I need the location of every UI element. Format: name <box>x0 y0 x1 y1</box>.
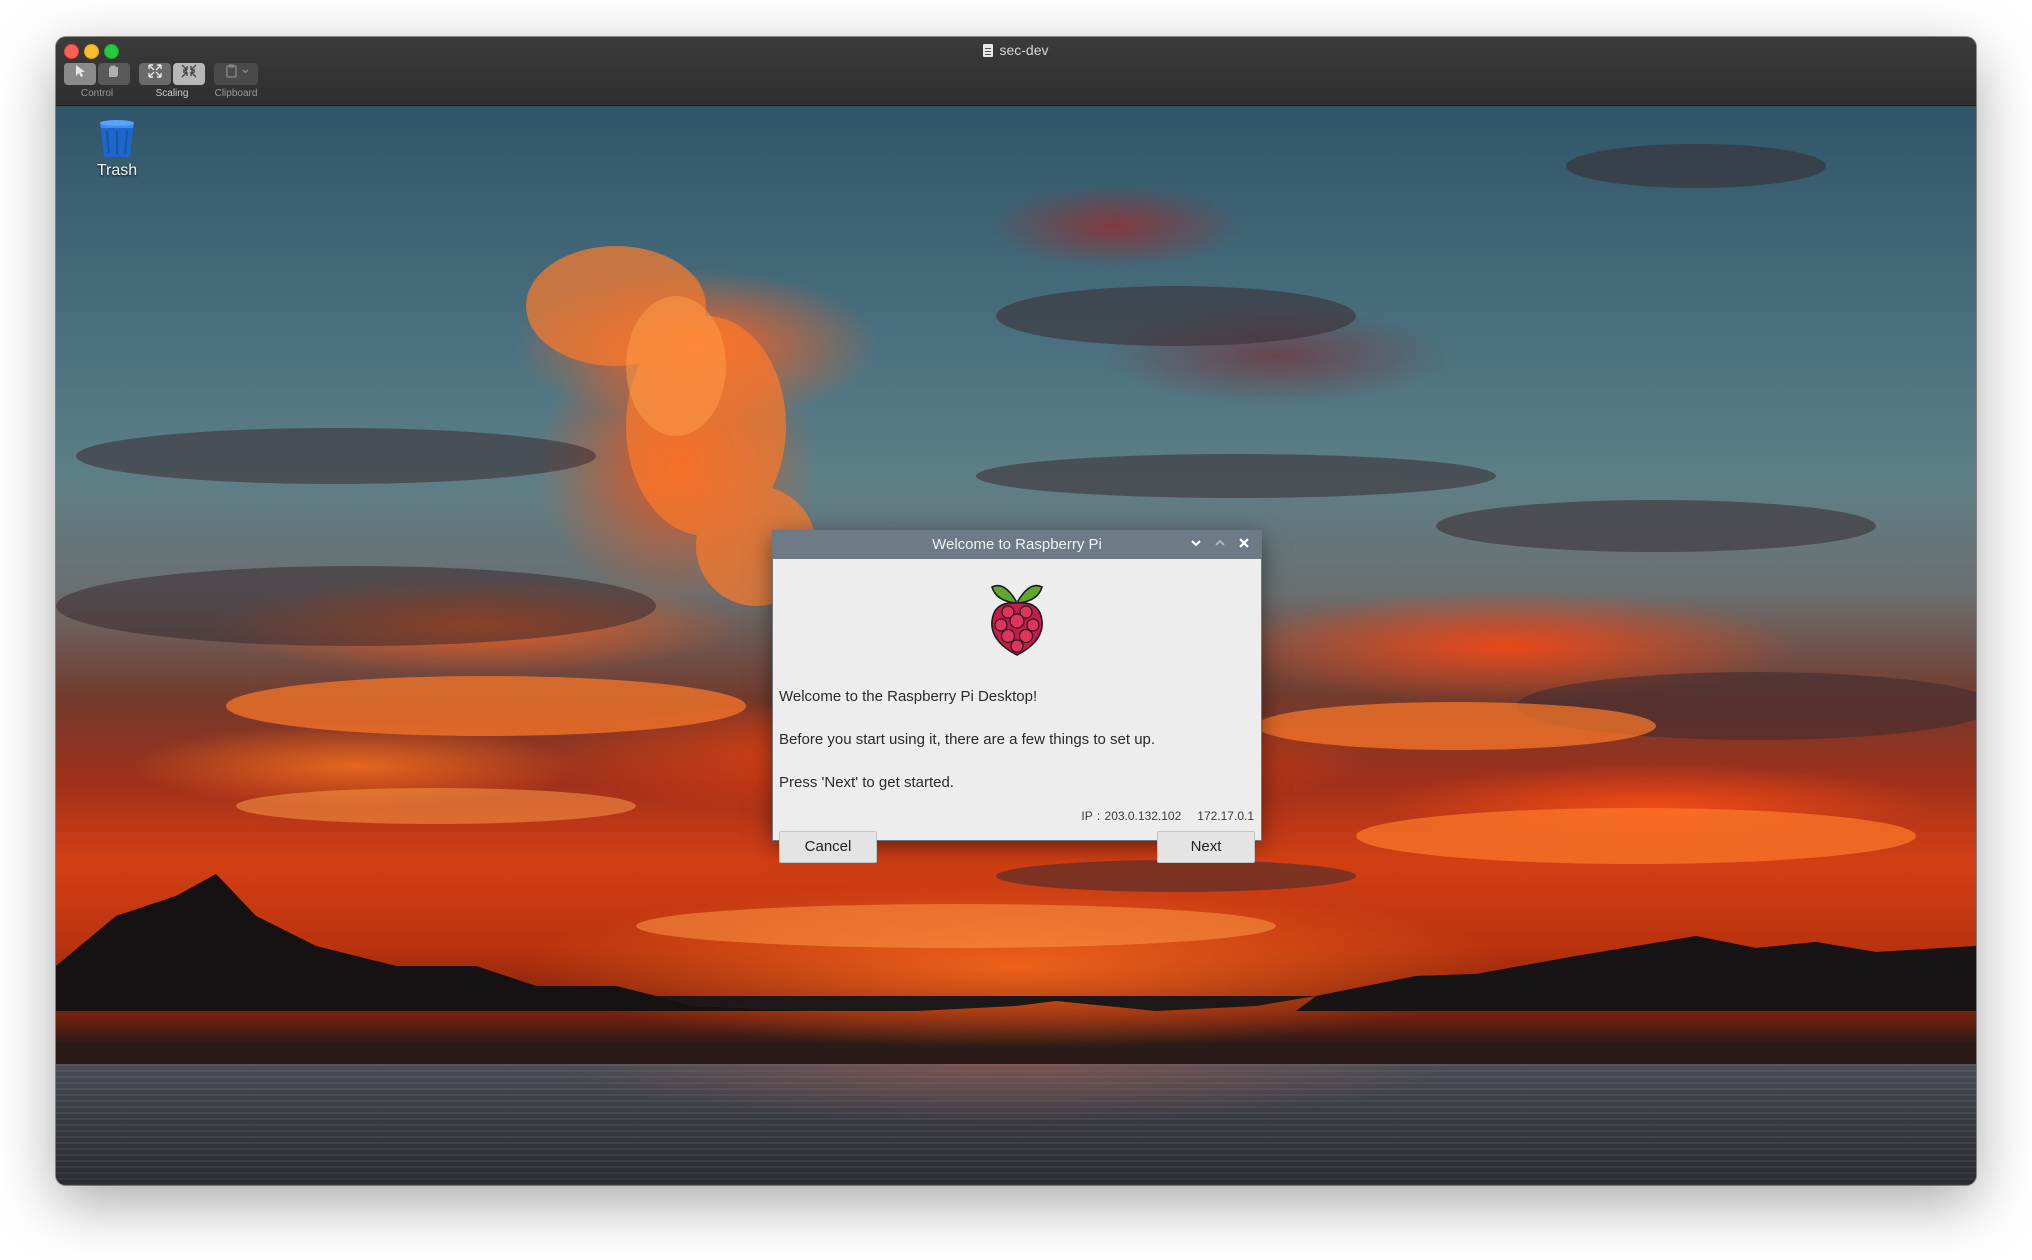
clipboard-label: Clipboard <box>214 88 258 99</box>
expand-icon <box>148 64 162 78</box>
press-next-text: Press 'Next' to get started. <box>779 774 954 791</box>
control-group: Control <box>64 63 130 99</box>
hand-icon <box>109 65 118 77</box>
shrink-icon <box>181 64 197 78</box>
setup-text: Before you start using it, there are a f… <box>779 731 1156 748</box>
scale-fill-button[interactable] <box>173 63 205 85</box>
water-reflection <box>556 1064 1456 1124</box>
scaling-group: Scaling <box>139 63 205 99</box>
raspberry-pi-logo <box>991 584 1043 656</box>
ip-address: IP : 203.0.132.102 <box>1081 809 1182 823</box>
welcome-dialog: Welcome to Raspberry Pi Welcome to the R… <box>773 531 1261 863</box>
window-titlebar[interactable]: sec-dev Control Scaling Clipboard <box>56 37 1976 106</box>
cancel-button[interactable]: Cancel <box>779 831 877 863</box>
clipboard-group: Clipboard <box>214 63 258 99</box>
next-button[interactable]: Next <box>1157 831 1255 863</box>
keyboard-control-button[interactable] <box>98 63 130 85</box>
vnc-viewer-window: sec-dev Control Scaling Clipboard Trash … <box>56 37 1976 1185</box>
chevron-down-icon[interactable] <box>1187 536 1205 554</box>
ip-address-secondary: 172.17.0.1 <box>1197 809 1254 823</box>
close-icon[interactable] <box>1235 536 1253 554</box>
trash-label: Trash <box>96 162 138 179</box>
desktop[interactable]: Trash Welcome to Raspberry Pi Welcome to… <box>56 106 1976 1185</box>
clipboard-icon <box>226 64 249 78</box>
pointer-icon <box>76 65 85 77</box>
scale-to-fit-button[interactable] <box>139 63 171 85</box>
dialog-title: Welcome to Raspberry Pi <box>932 536 1102 553</box>
mouse-control-button[interactable] <box>64 63 96 85</box>
document-icon <box>983 44 994 57</box>
scaling-label: Scaling <box>155 88 189 99</box>
ip-address-info: IP : 203.0.132.102 172.17.0.1 <box>1081 809 1254 823</box>
control-label: Control <box>80 88 114 99</box>
window-title: sec-dev <box>56 40 1976 60</box>
trash-icon <box>97 118 137 158</box>
desktop-icon-trash[interactable]: Trash <box>84 118 150 180</box>
clipboard-button[interactable] <box>214 63 258 85</box>
chevron-up-icon[interactable] <box>1211 536 1229 554</box>
welcome-text: Welcome to the Raspberry Pi Desktop! <box>779 688 1038 705</box>
window-title-text: sec-dev <box>999 42 1049 58</box>
dialog-titlebar[interactable]: Welcome to Raspberry Pi <box>773 531 1261 559</box>
